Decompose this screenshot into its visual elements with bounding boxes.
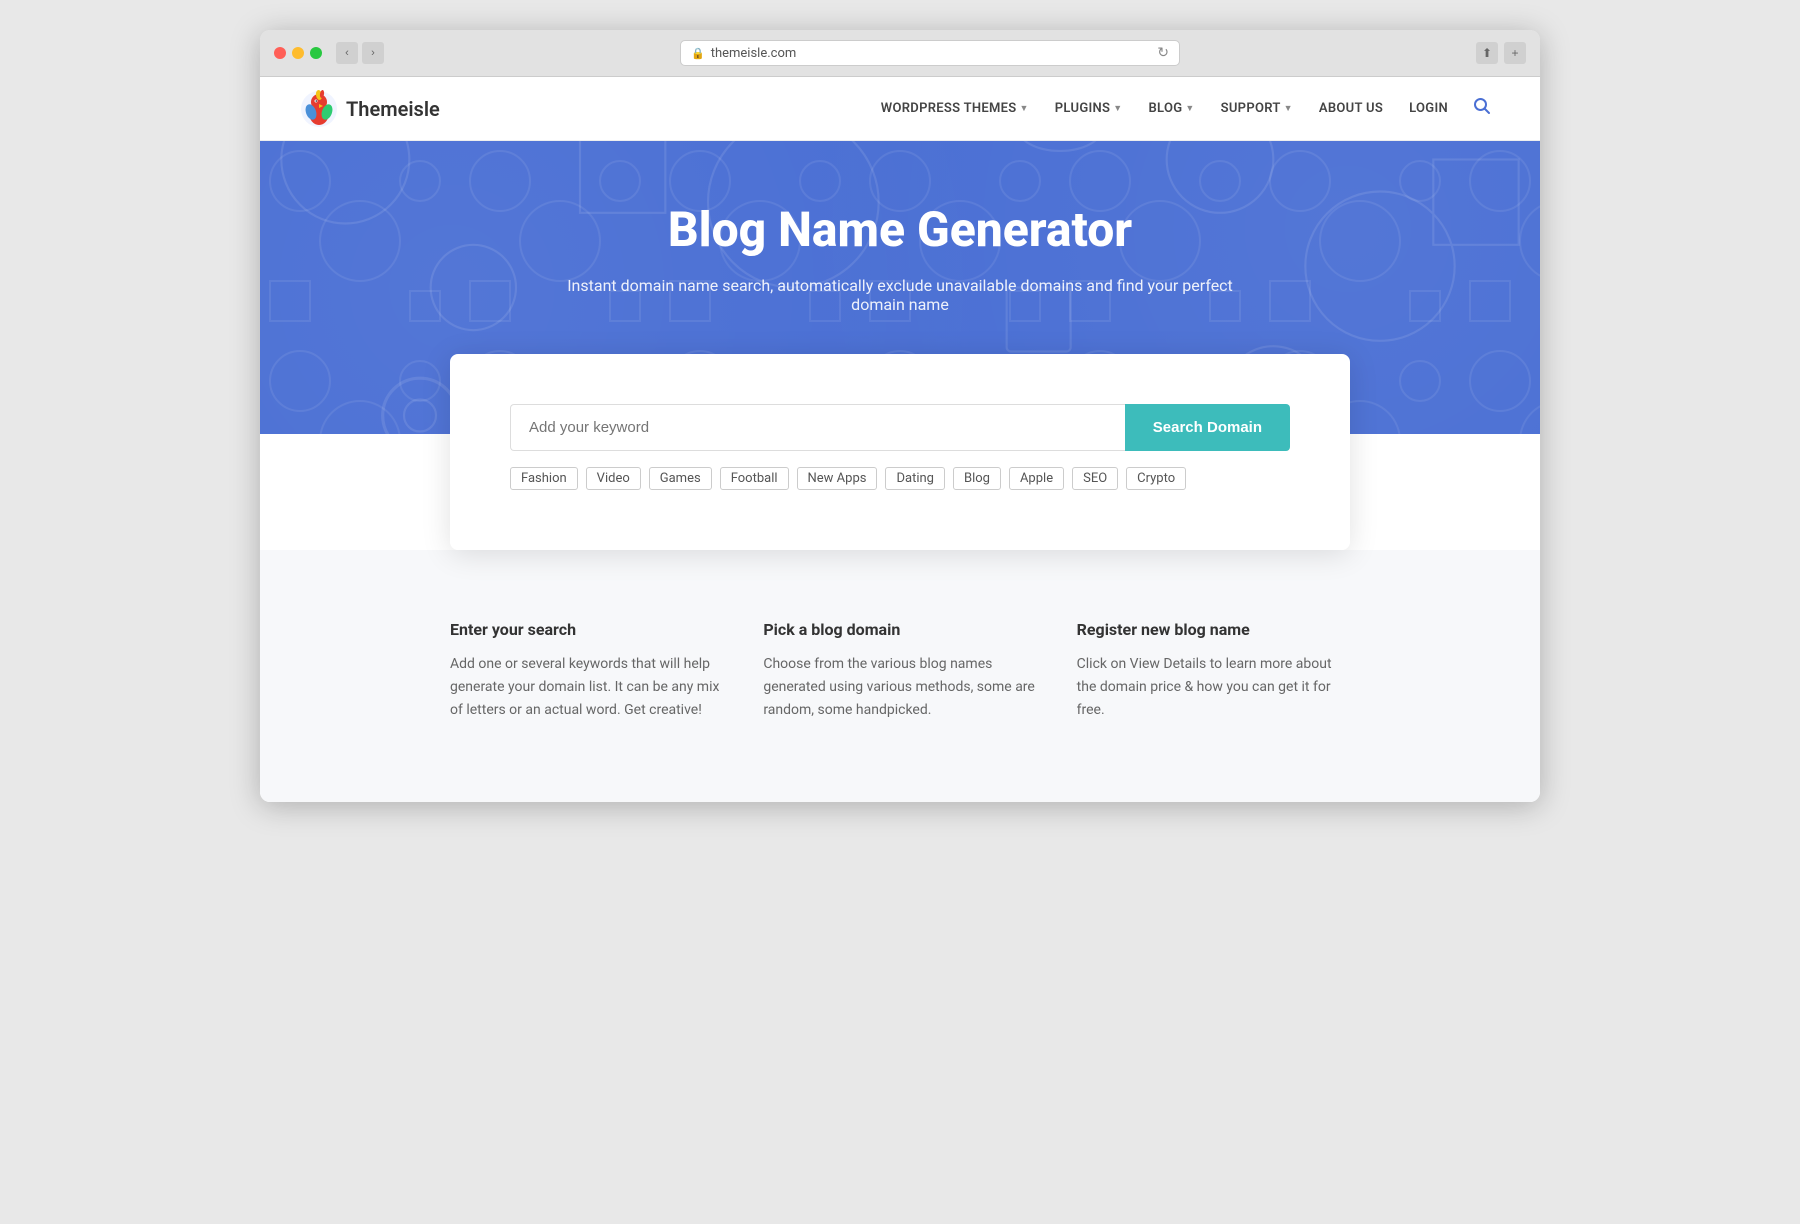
main-nav: WORDPRESS THEMES ▼ PLUGINS ▼ BLOG ▼ SUPP… [871,88,1500,129]
browser-window: ‹ › 🔒 themeisle.com ↻ ⬆ + [260,30,1540,802]
nav-blog[interactable]: BLOG ▼ [1138,93,1204,124]
feature-title-2: Pick a blog domain [763,620,1036,639]
browser-dots [274,47,322,59]
tag-football[interactable]: Football [720,467,789,490]
feature-desc-1: Add one or several keywords that will he… [450,653,723,722]
features-grid: Enter your search Add one or several key… [450,620,1350,722]
feature-register: Register new blog name Click on View Det… [1077,620,1350,722]
keyword-tags: Fashion Video Games Football New Apps Da… [510,467,1290,490]
close-dot[interactable] [274,47,286,59]
nav-plugins[interactable]: PLUGINS ▼ [1045,93,1133,124]
search-row: Search Domain [510,404,1290,451]
tag-blog[interactable]: Blog [953,467,1001,490]
logo[interactable]: Themeisle [300,90,440,128]
chevron-down-icon: ▼ [1113,103,1122,114]
chevron-down-icon: ▼ [1020,103,1029,114]
address-bar[interactable]: 🔒 themeisle.com ↻ [680,40,1180,66]
back-button[interactable]: ‹ [336,42,358,64]
site-header: Themeisle WORDPRESS THEMES ▼ PLUGINS ▼ B… [260,77,1540,141]
feature-title-1: Enter your search [450,620,723,639]
share-button[interactable]: ⬆ [1476,42,1498,64]
tag-dating[interactable]: Dating [885,467,945,490]
browser-titlebar: ‹ › 🔒 themeisle.com ↻ ⬆ + [260,30,1540,77]
tag-video[interactable]: Video [586,467,641,490]
hero-subtitle: Instant domain name search, automaticall… [550,276,1250,314]
logo-icon [300,90,338,128]
feature-desc-2: Choose from the various blog names gener… [763,653,1036,722]
hero-title: Blog Name Generator [300,201,1500,258]
chevron-down-icon: ▼ [1185,103,1194,114]
maximize-dot[interactable] [310,47,322,59]
forward-button[interactable]: › [362,42,384,64]
chevron-down-icon: ▼ [1284,103,1293,114]
search-card: Search Domain Fashion Video Games Footba… [450,354,1350,550]
url-text: themeisle.com [711,46,797,61]
browser-action-buttons: ⬆ + [1476,42,1526,64]
tag-fashion[interactable]: Fashion [510,467,578,490]
features-section: Enter your search Add one or several key… [260,550,1540,802]
feature-enter-search: Enter your search Add one or several key… [450,620,723,722]
reload-icon[interactable]: ↻ [1157,45,1169,61]
search-input[interactable] [510,404,1125,451]
search-domain-button[interactable]: Search Domain [1125,404,1290,451]
search-card-wrapper: Search Domain Fashion Video Games Footba… [260,354,1540,550]
add-tab-button[interactable]: + [1504,42,1526,64]
search-icon [1472,96,1492,116]
tag-crypto[interactable]: Crypto [1126,467,1186,490]
nav-support[interactable]: SUPPORT ▼ [1211,93,1303,124]
tag-apple[interactable]: Apple [1009,467,1064,490]
minimize-dot[interactable] [292,47,304,59]
nav-login[interactable]: LOGIN [1399,93,1458,124]
search-icon-button[interactable] [1464,88,1500,129]
tag-games[interactable]: Games [649,467,712,490]
nav-wordpress-themes[interactable]: WORDPRESS THEMES ▼ [871,93,1039,124]
feature-pick-domain: Pick a blog domain Choose from the vario… [763,620,1036,722]
feature-desc-3: Click on View Details to learn more abou… [1077,653,1350,722]
tag-new-apps[interactable]: New Apps [797,467,878,490]
browser-nav-buttons: ‹ › [336,42,384,64]
logo-text: Themeisle [346,97,440,121]
tag-seo[interactable]: SEO [1072,467,1118,490]
feature-title-3: Register new blog name [1077,620,1350,639]
lock-icon: 🔒 [691,47,705,60]
nav-about-us[interactable]: ABOUT US [1309,93,1393,124]
site-wrapper: Themeisle WORDPRESS THEMES ▼ PLUGINS ▼ B… [260,77,1540,802]
